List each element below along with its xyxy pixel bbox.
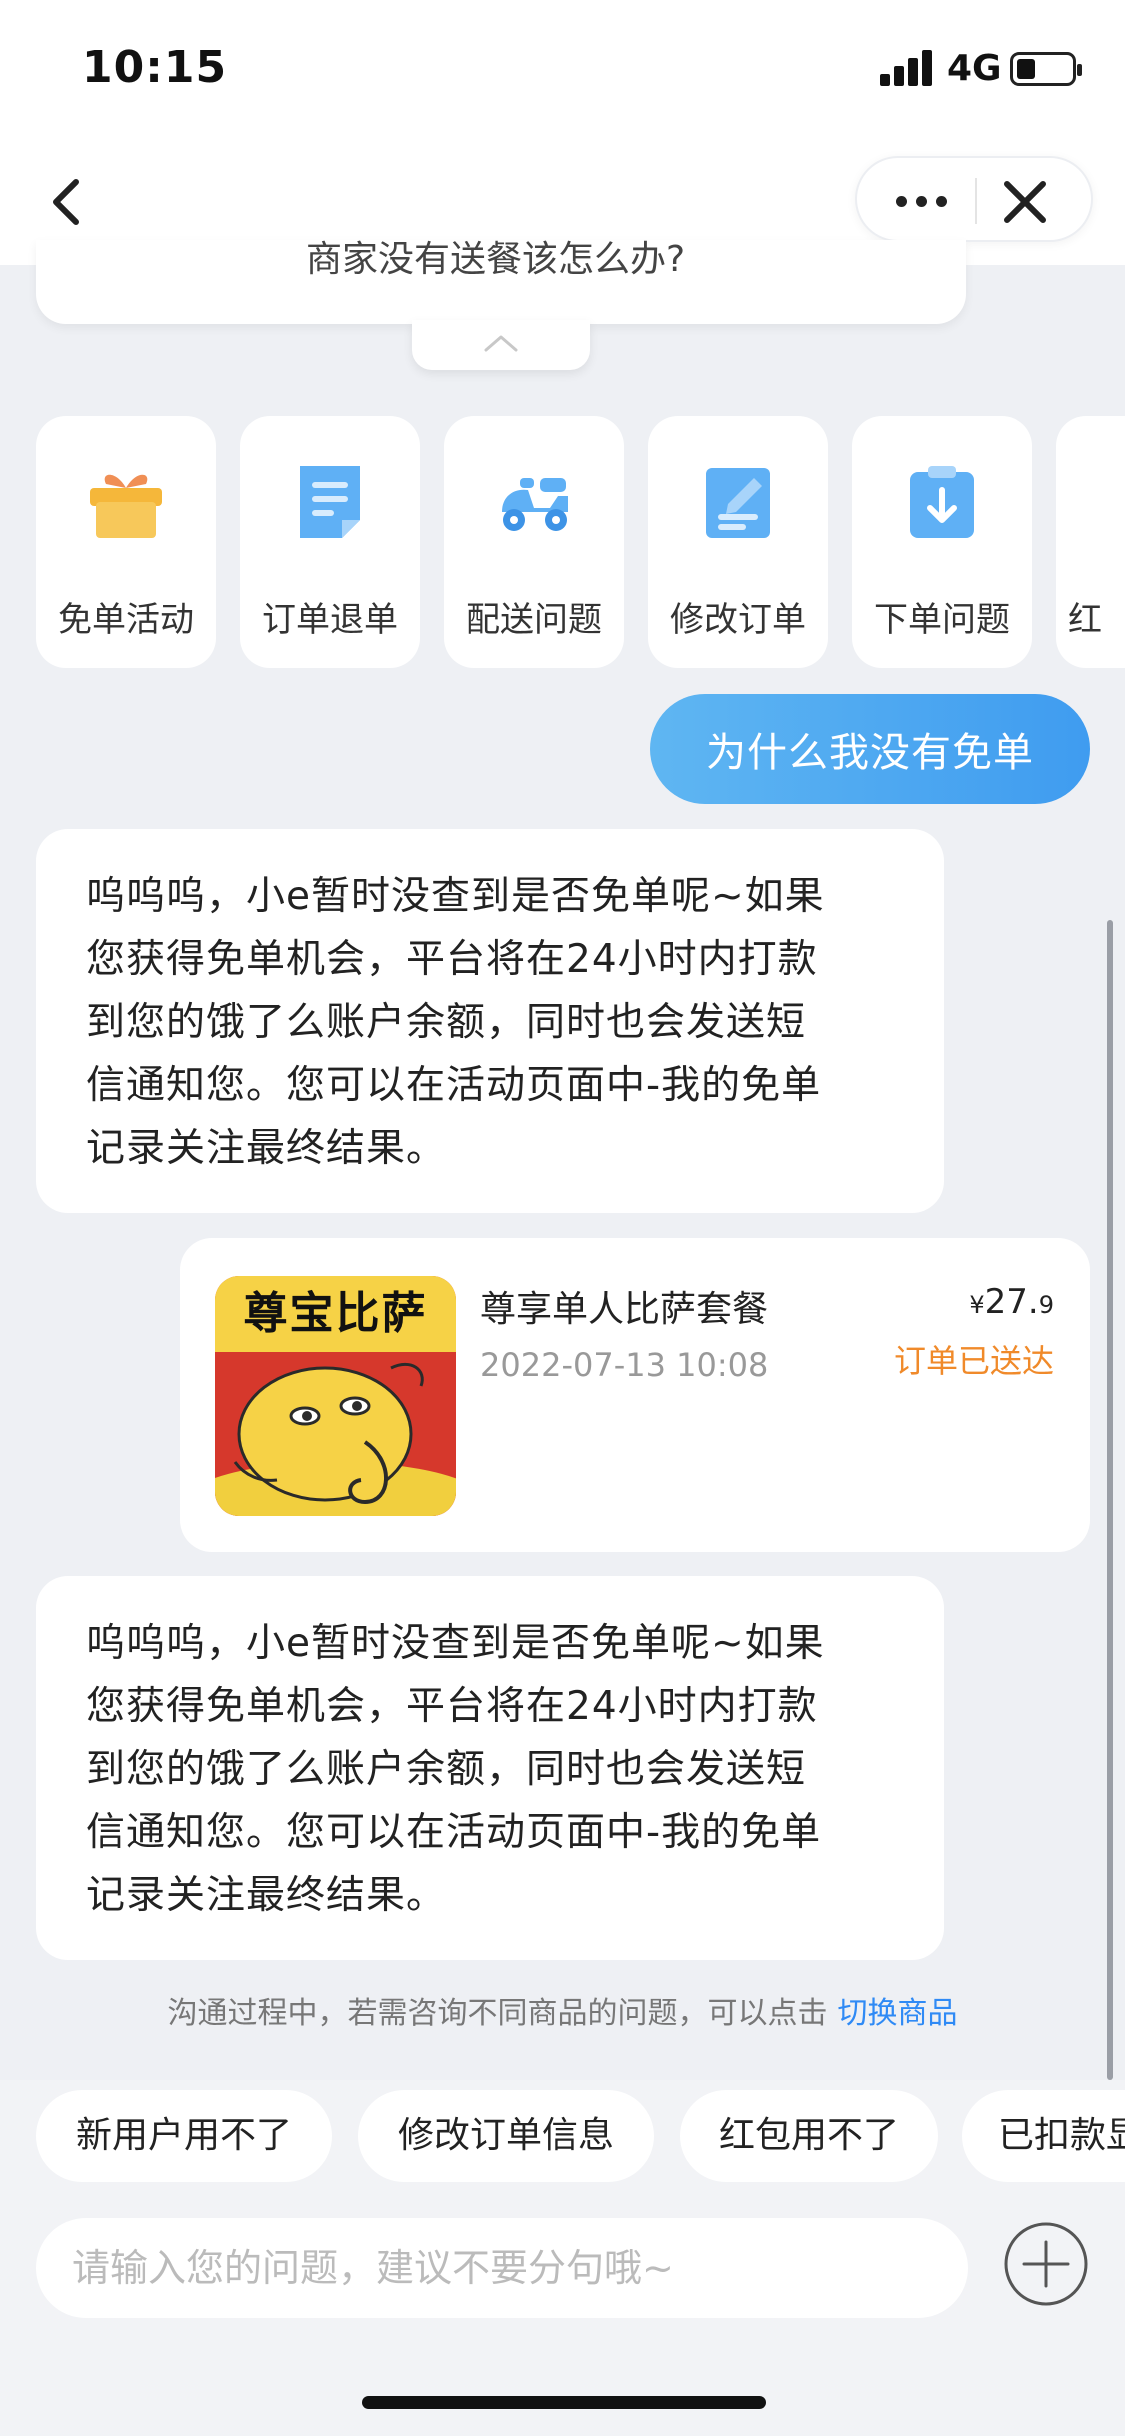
collapse-button[interactable] <box>412 320 590 370</box>
bot-message-line: 记录关注最终结果。 <box>86 1126 447 1171</box>
quick-reply-chip[interactable]: 新用户用不了 <box>36 2090 332 2182</box>
bot-message-line: 呜呜呜，小e暂时没查到是否免单呢~如果 <box>86 1621 825 1666</box>
user-message-bubble: 为什么我没有免单 <box>650 694 1090 804</box>
network-type: 4G <box>947 48 1002 89</box>
bot-message-line: 信通知您。您可以在活动页面中-我的免单 <box>86 1063 822 1108</box>
category-free-order[interactable]: 免单活动 <box>36 416 216 668</box>
mini-program-capsule <box>855 156 1093 242</box>
category-ordering[interactable]: 下单问题 <box>852 416 1032 668</box>
quick-reply-chip[interactable]: 已扣款显 <box>962 2090 1125 2182</box>
document-icon <box>290 462 370 542</box>
bot-message-line: 记录关注最终结果。 <box>86 1873 447 1918</box>
previous-question-text: 商家没有送餐该怎么办? <box>306 240 686 280</box>
quick-reply-row: 新用户用不了 修改订单信息 红包用不了 已扣款显 <box>36 2090 1125 2182</box>
status-time: 10:15 <box>82 42 228 93</box>
category-refund[interactable]: 订单退单 <box>240 416 420 668</box>
bot-message-bubble: 呜呜呜，小e暂时没查到是否免单呢~如果 您获得免单机会，平台将在24小时内打款 … <box>36 1576 944 1960</box>
bot-message-line: 到您的饿了么账户余额，同时也会发送短 <box>86 1747 807 1792</box>
category-label: 配送问题 <box>466 600 602 640</box>
status-bar: 10:15 4G <box>0 0 1125 140</box>
category-row: 免单活动 订单退单 配送问题 修改订单 下单问题 红 <box>36 416 1125 668</box>
category-label: 免单活动 <box>58 600 194 640</box>
bot-message-line: 您获得免单机会，平台将在24小时内打款 <box>86 1684 818 1729</box>
category-partial[interactable]: 红 <box>1056 416 1125 668</box>
more-icon[interactable] <box>879 176 963 226</box>
bot-message-line: 您获得免单机会，平台将在24小时内打款 <box>86 937 818 982</box>
elephant-logo-icon <box>215 1352 456 1516</box>
order-item-name: 尊享单人比萨套餐 <box>480 1289 769 1330</box>
order-status: 订单已送达 <box>893 1342 1054 1380</box>
store-logo: 尊宝比萨 <box>215 1276 456 1516</box>
price-decimal: 9 <box>1038 1291 1054 1319</box>
question-input-box <box>36 2218 968 2318</box>
edit-document-icon <box>698 462 778 542</box>
price-main: 27. <box>984 1282 1039 1322</box>
question-input[interactable] <box>72 2218 932 2318</box>
order-price: ¥27.9 <box>969 1282 1054 1322</box>
battery-icon <box>1010 52 1082 86</box>
quick-reply-chip[interactable]: 修改订单信息 <box>358 2090 654 2182</box>
store-logo-text: 尊宝比萨 <box>215 1276 456 1352</box>
previous-question-card[interactable]: 商家没有送餐该怎么办? <box>36 240 966 324</box>
category-label: 下单问题 <box>874 600 1010 640</box>
chevron-up-icon <box>484 335 518 352</box>
category-label: 修改订单 <box>670 600 806 640</box>
scooter-icon <box>494 462 574 542</box>
hint-text: 沟通过程中，若需咨询不同商品的问题，可以点击 <box>167 1996 828 2031</box>
close-icon[interactable] <box>997 174 1053 230</box>
currency-symbol: ¥ <box>969 1291 985 1319</box>
bot-message-line: 信通知您。您可以在活动页面中-我的免单 <box>86 1810 822 1855</box>
category-modify-order[interactable]: 修改订单 <box>648 416 828 668</box>
clipboard-download-icon <box>902 462 982 542</box>
category-label: 红 <box>1068 600 1102 640</box>
category-label: 订单退单 <box>262 600 398 640</box>
bot-message-line: 到您的饿了么账户余额，同时也会发送短 <box>86 1000 807 1045</box>
chat-scrollbar[interactable] <box>1107 920 1113 2080</box>
order-card[interactable]: 尊宝比萨 尊享单人比萨套餐 2022-07-13 10:08 ¥27.9 订单已… <box>180 1238 1090 1552</box>
signal-icon <box>880 50 934 86</box>
switch-product-link[interactable]: 切换商品 <box>838 1996 958 2031</box>
bot-message-line: 呜呜呜，小e暂时没查到是否免单呢~如果 <box>86 874 825 919</box>
switch-product-hint: 沟通过程中，若需咨询不同商品的问题，可以点击 切换商品 <box>0 1988 1125 2032</box>
back-icon[interactable] <box>40 172 100 232</box>
gift-icon <box>86 462 166 542</box>
order-date: 2022-07-13 10:08 <box>480 1346 769 1384</box>
bot-message-bubble: 呜呜呜，小e暂时没查到是否免单呢~如果 您获得免单机会，平台将在24小时内打款 … <box>36 829 944 1213</box>
home-indicator[interactable] <box>362 2396 766 2409</box>
plus-icon[interactable] <box>1002 2220 1090 2308</box>
quick-reply-chip[interactable]: 红包用不了 <box>680 2090 938 2182</box>
category-delivery[interactable]: 配送问题 <box>444 416 624 668</box>
